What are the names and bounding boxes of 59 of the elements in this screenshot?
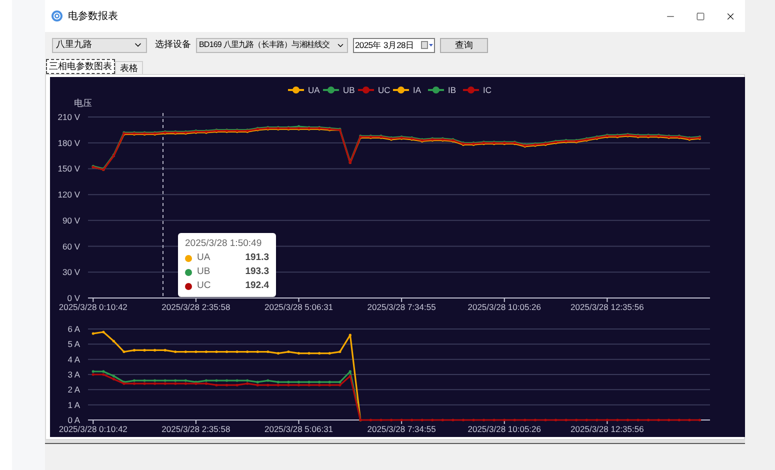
line-select[interactable]: 八里九路 bbox=[52, 38, 147, 52]
series-value: 192.4 bbox=[245, 279, 269, 293]
axis-label: 90 V bbox=[62, 215, 80, 226]
axis-title: 电压 bbox=[74, 98, 92, 108]
axis-label: 150 V bbox=[58, 164, 80, 174]
axis-label: 2025/3/28 2:35:58 bbox=[162, 424, 230, 434]
legend-marker-icon[interactable] bbox=[463, 86, 479, 94]
axis-label: 2025/3/28 10:05:26 bbox=[468, 424, 542, 434]
axis-label: 6 A bbox=[68, 324, 80, 334]
axis-label: 2025/3/28 5:06:31 bbox=[264, 302, 334, 312]
axis-label: 2 A bbox=[68, 384, 80, 395]
axis-label: 2025/3/28 0:10:42 bbox=[58, 424, 128, 434]
axis-label: 30 V bbox=[62, 267, 80, 278]
axis-label: 3 A bbox=[68, 370, 80, 380]
series-name: UA bbox=[197, 251, 210, 265]
legend-marker-icon[interactable] bbox=[428, 86, 444, 94]
legend-label[interactable]: IA bbox=[413, 85, 422, 95]
maximize-icon bbox=[696, 12, 704, 20]
axis-label: 2025/3/28 12:35:56 bbox=[570, 302, 644, 312]
axis-label: 0 V bbox=[67, 293, 80, 303]
axis-label: 60 V bbox=[62, 241, 80, 252]
axis-label: 180 V bbox=[58, 138, 80, 148]
axis-label: 2025/3/28 7:34:55 bbox=[367, 302, 436, 312]
window-title: 电参数报表 bbox=[68, 10, 118, 24]
axis-label: 2025/3/28 0:10:42 bbox=[58, 302, 128, 312]
axis-label: 2025/3/28 2:35:58 bbox=[162, 302, 230, 312]
tab[interactable]: 表格 bbox=[115, 61, 143, 74]
series-value: 193.3 bbox=[245, 265, 269, 279]
axis-label: 4 A bbox=[68, 354, 80, 364]
axis-label: 210 V bbox=[58, 112, 80, 122]
device-select[interactable]: BD169 八里九路（长丰路）与湘桂线交 bbox=[196, 38, 348, 52]
legend-label[interactable]: IB bbox=[448, 85, 456, 95]
axis-label: 0 A bbox=[68, 415, 80, 425]
series-value: 191.3 bbox=[245, 251, 269, 265]
axis-label: 2025/3/28 12:35:56 bbox=[570, 424, 644, 434]
axis-label: 2025/3/28 5:06:31 bbox=[264, 424, 334, 434]
legend-marker-icon[interactable] bbox=[288, 86, 304, 94]
series-name: UC bbox=[197, 279, 211, 293]
query-button[interactable]: 查询 bbox=[440, 38, 488, 52]
series-name: UB bbox=[197, 265, 210, 279]
axis-label: 5 A bbox=[68, 339, 80, 350]
device-label: 选择设备 bbox=[155, 38, 191, 52]
legend-label[interactable]: UA bbox=[308, 85, 320, 95]
axis-label: 2025/3/28 10:05:26 bbox=[468, 302, 542, 312]
axis-label: 1 A bbox=[68, 400, 80, 410]
axis-label: 120 V bbox=[58, 190, 80, 200]
legend-label[interactable]: UB bbox=[343, 85, 355, 95]
tab[interactable]: 三相电参数图表 bbox=[46, 59, 115, 74]
date-field[interactable]: 2025年 3月28日 bbox=[353, 38, 435, 52]
tooltip-title: 2025/3/28 1:50:49 bbox=[185, 237, 263, 251]
calendar-icon[interactable] bbox=[421, 41, 433, 49]
axis-label: 2025/3/28 7:34:55 bbox=[367, 424, 436, 434]
legend-marker-icon[interactable] bbox=[323, 86, 339, 94]
legend-marker-icon[interactable] bbox=[393, 86, 409, 94]
close-icon bbox=[724, 10, 736, 22]
legend-label[interactable]: UC bbox=[378, 85, 390, 95]
app-icon bbox=[51, 10, 63, 22]
legend-marker-icon[interactable] bbox=[358, 86, 374, 94]
legend-label[interactable]: IC bbox=[483, 85, 492, 95]
